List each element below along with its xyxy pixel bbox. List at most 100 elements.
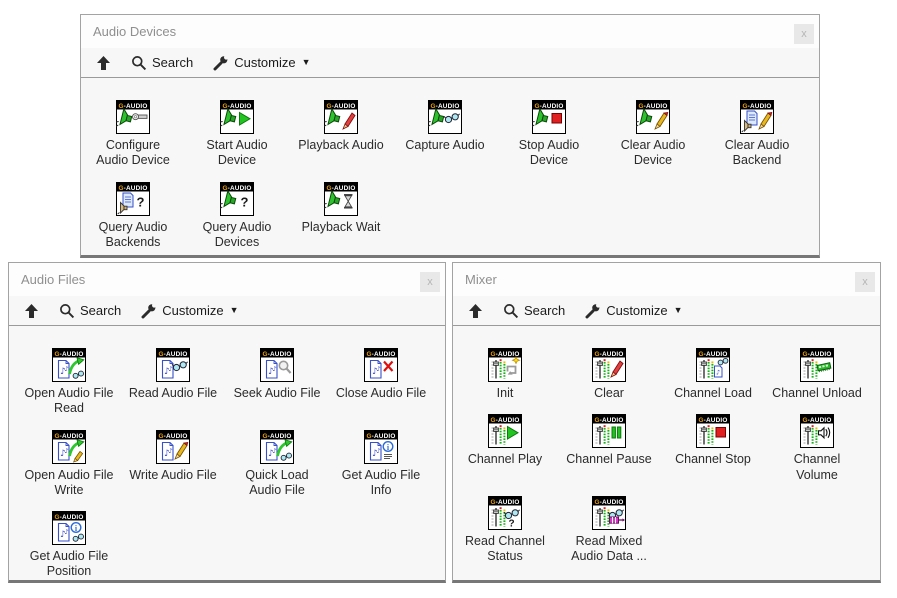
seek-audio-file-icon[interactable]: G-AUDIO♪♪ (260, 348, 294, 382)
palette-item-capture-audio[interactable]: G-AUDIO Capture Audio (393, 100, 497, 169)
customize-button[interactable]: Customize ▼ (141, 303, 238, 319)
search-icon (503, 303, 519, 319)
svg-text:G-AUDIO: G-AUDIO (534, 103, 563, 110)
toolbar: Search Customize ▼ (453, 296, 880, 326)
clear-audio-device-icon[interactable]: G-AUDIO (636, 100, 670, 134)
query-audio-devices-icon[interactable]: G-AUDIO? (220, 182, 254, 216)
close-button[interactable]: x (794, 24, 814, 44)
titlebar[interactable]: Audio Files x (9, 263, 445, 296)
palette-item-playback-audio[interactable]: G-AUDIOPlayback Audio (289, 100, 393, 169)
svg-text:G-AUDIO: G-AUDIO (262, 351, 291, 358)
svg-text:G-AUDIO: G-AUDIO (594, 417, 623, 424)
customize-label: Customize (234, 55, 295, 70)
configure-audio-device-icon[interactable]: G-AUDIO (116, 100, 150, 134)
read-mixed-audio-data-icon[interactable]: G-AUDIO (592, 496, 626, 530)
palette-item-open-audio-file-write[interactable]: G-AUDIO♪♪Open Audio FileWrite (17, 430, 121, 499)
item-label: Close Audio File (336, 386, 426, 401)
customize-button[interactable]: Customize ▼ (585, 303, 682, 319)
palette-window-audio-devices: Audio Devices x Search Customize ▼ G-AUD… (80, 14, 820, 258)
svg-text:G-AUDIO: G-AUDIO (430, 103, 459, 110)
search-label: Search (80, 303, 121, 318)
playback-wait-icon[interactable]: G-AUDIO (324, 182, 358, 216)
clear-icon[interactable]: G-AUDIO (592, 348, 626, 382)
titlebar[interactable]: Audio Devices x (81, 15, 819, 48)
palette-item-query-audio-devices[interactable]: G-AUDIO?Query AudioDevices (185, 182, 289, 251)
read-audio-file-icon[interactable]: G-AUDIO♪♪ (156, 348, 190, 382)
search-button[interactable]: Search (131, 55, 193, 71)
get-audio-file-position-icon[interactable]: G-AUDIO♪♪i (52, 511, 86, 545)
palette-item-start-audio-device[interactable]: G-AUDIOStart AudioDevice (185, 100, 289, 169)
titlebar[interactable]: Mixer x (453, 263, 880, 296)
clear-audio-backend-icon[interactable]: G-AUDIO (740, 100, 774, 134)
close-audio-file-icon[interactable]: G-AUDIO♪♪ (364, 348, 398, 382)
close-button[interactable]: x (855, 272, 875, 292)
channel-play-icon[interactable]: G-AUDIO (488, 414, 522, 448)
close-button[interactable]: x (420, 272, 440, 292)
palette-item-init[interactable]: G-AUDIOInit (453, 348, 557, 401)
palette-item-query-audio-backends[interactable]: G-AUDIO?Query AudioBackends (81, 182, 185, 251)
search-label: Search (524, 303, 565, 318)
write-audio-file-icon[interactable]: G-AUDIO♪♪ (156, 430, 190, 464)
search-button[interactable]: Search (503, 303, 565, 319)
palette-item-clear[interactable]: G-AUDIOClear (557, 348, 661, 401)
query-audio-backends-icon[interactable]: G-AUDIO? (116, 182, 150, 216)
channel-stop-icon[interactable]: G-AUDIO (696, 414, 730, 448)
wrench-icon (585, 303, 601, 319)
palette-item-clear-audio-backend[interactable]: G-AUDIOClear AudioBackend (705, 100, 809, 169)
palette-item-channel-load[interactable]: G-AUDIO♪Channel Load (661, 348, 765, 401)
palette-item-seek-audio-file[interactable]: G-AUDIO♪♪Seek Audio File (225, 348, 329, 417)
palette-item-get-audio-file-position[interactable]: G-AUDIO♪♪iGet Audio FilePosition (17, 511, 121, 580)
playback-audio-icon[interactable]: G-AUDIO (324, 100, 358, 134)
palette-item-channel-pause[interactable]: G-AUDIO Channel Pause (557, 414, 661, 483)
palette-item-read-mixed-audio-data[interactable]: G-AUDIORead MixedAudio Data ... (557, 496, 661, 565)
palette-item-channel-play[interactable]: G-AUDIOChannel Play (453, 414, 557, 483)
palette-item-write-audio-file[interactable]: G-AUDIO♪♪Write Audio File (121, 430, 225, 499)
palette-content: G-AUDIOInitG-AUDIOClearG-AUDIO♪Channel L… (453, 326, 880, 577)
up-button[interactable] (96, 55, 111, 71)
palette-item-channel-stop[interactable]: G-AUDIOChannel Stop (661, 414, 765, 483)
channel-volume-icon[interactable]: G-AUDIO (800, 414, 834, 448)
open-audio-file-write-icon[interactable]: G-AUDIO♪♪ (52, 430, 86, 464)
palette-item-open-audio-file-read[interactable]: G-AUDIO♪♪Open Audio FileRead (17, 348, 121, 417)
svg-text:?: ? (137, 194, 145, 209)
up-button[interactable] (24, 303, 39, 319)
stop-audio-device-icon[interactable]: G-AUDIO (532, 100, 566, 134)
start-audio-device-icon[interactable]: G-AUDIO (220, 100, 254, 134)
read-channel-status-icon[interactable]: G-AUDIO? (488, 496, 522, 530)
svg-text:G-AUDIO: G-AUDIO (366, 351, 395, 358)
palette-item-get-audio-file-info[interactable]: G-AUDIO♪♪iGet Audio FileInfo (329, 430, 433, 499)
palette-item-channel-volume[interactable]: G-AUDIO ChannelVolume (765, 414, 869, 483)
svg-text:♪: ♪ (168, 365, 172, 373)
palette-item-read-channel-status[interactable]: G-AUDIO?Read ChannelStatus (453, 496, 557, 565)
item-label: Capture Audio (405, 138, 484, 153)
svg-text:G-AUDIO: G-AUDIO (54, 514, 83, 521)
palette-item-configure-audio-device[interactable]: G-AUDIOConfigureAudio Device (81, 100, 185, 169)
palette-item-stop-audio-device[interactable]: G-AUDIOStop AudioDevice (497, 100, 601, 169)
item-label: ChannelVolume (794, 452, 841, 483)
svg-text:G-AUDIO: G-AUDIO (490, 351, 519, 358)
open-audio-file-read-icon[interactable]: G-AUDIO♪♪ (52, 348, 86, 382)
channel-pause-icon[interactable]: G-AUDIO (592, 414, 626, 448)
svg-text:G-AUDIO: G-AUDIO (158, 351, 187, 358)
channel-load-icon[interactable]: G-AUDIO♪ (696, 348, 730, 382)
customize-button[interactable]: Customize ▼ (213, 55, 310, 71)
svg-text:G-AUDIO: G-AUDIO (54, 351, 83, 358)
capture-audio-icon[interactable]: G-AUDIO (428, 100, 462, 134)
up-button[interactable] (468, 303, 483, 319)
palette-window-audio-files: Audio Files x Search Customize ▼ G-AUDIO… (8, 262, 446, 583)
init-icon[interactable]: G-AUDIO (488, 348, 522, 382)
get-audio-file-info-icon[interactable]: G-AUDIO♪♪i (364, 430, 398, 464)
channel-unload-icon[interactable]: G-AUDIO (800, 348, 834, 382)
item-label: Channel Pause (566, 452, 651, 467)
palette-item-clear-audio-device[interactable]: G-AUDIO Clear AudioDevice (601, 100, 705, 169)
palette-item-close-audio-file[interactable]: G-AUDIO♪♪ Close Audio File (329, 348, 433, 417)
customize-label: Customize (606, 303, 667, 318)
search-button[interactable]: Search (59, 303, 121, 319)
item-label: Clear AudioDevice (621, 138, 686, 169)
palette-item-read-audio-file[interactable]: G-AUDIO♪♪Read Audio File (121, 348, 225, 417)
palette-item-quick-load-audio-file[interactable]: G-AUDIO♪♪Quick LoadAudio File (225, 430, 329, 499)
svg-text:G-AUDIO: G-AUDIO (594, 499, 623, 506)
palette-item-channel-unload[interactable]: G-AUDIOChannel Unload (765, 348, 869, 401)
palette-item-playback-wait[interactable]: G-AUDIOPlayback Wait (289, 182, 393, 251)
quick-load-audio-file-icon[interactable]: G-AUDIO♪♪ (260, 430, 294, 464)
